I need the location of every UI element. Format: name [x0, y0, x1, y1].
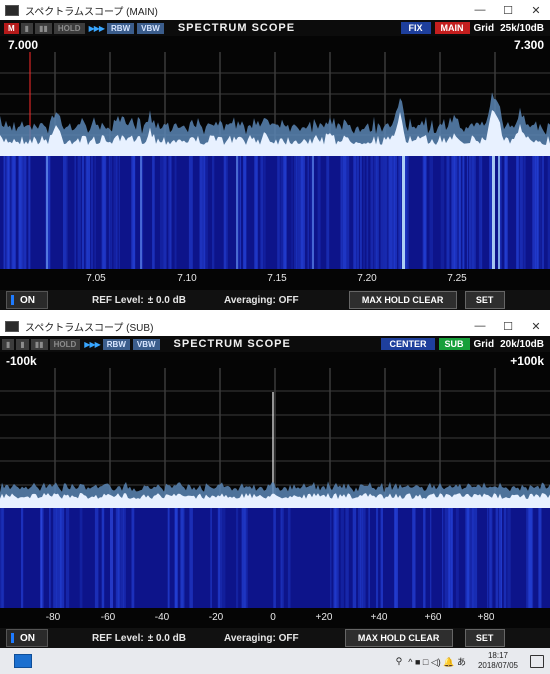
axis-tick-label: +20	[316, 612, 333, 623]
minimize-icon[interactable]: —	[466, 0, 494, 20]
axis-tick-label: 7.25	[447, 273, 467, 284]
system-tray: ⚲ ^ ■ □ ◁) 🔔 あ 18:17 2018/07/05	[396, 651, 544, 671]
main-tb-button-3[interactable]: ▮▮	[35, 22, 52, 34]
on-led-icon	[11, 633, 14, 643]
main-scope-title: SPECTRUM SCOPE	[177, 22, 296, 34]
sub-scope-title: SPECTRUM SCOPE	[173, 338, 291, 350]
main-left-freq: 7.000	[8, 38, 39, 52]
maximize-icon[interactable]: ☐	[494, 0, 522, 20]
sub-scope-toolbar: ▮ ▮ ▮▮ HOLD ▶▶▶ RBW VBW SPECTRUM SCOPE C…	[0, 336, 550, 352]
clock[interactable]: 18:17 2018/07/05	[478, 651, 518, 671]
on-led-icon	[11, 295, 14, 305]
maximize-icon[interactable]: ☐	[494, 316, 522, 336]
main-mode-button[interactable]: FIX	[400, 22, 431, 34]
main-on-button[interactable]: ON	[6, 291, 48, 309]
sub-window-titlebar[interactable]: スペクトラムスコープ (SUB) — ☐ ✕	[0, 316, 550, 337]
main-m-button[interactable]: M	[4, 22, 19, 34]
window-controls: — ☐ ✕	[466, 0, 550, 20]
axis-tick-label: +60	[425, 612, 442, 623]
axis-tick-label: -60	[101, 612, 116, 623]
sub-right-freq: +100k	[510, 354, 544, 368]
sub-mode-button[interactable]: CENTER	[381, 338, 435, 350]
axis-tick-label: +40	[371, 612, 388, 623]
sub-span-value[interactable]: 20k/10dB	[500, 339, 544, 350]
axis-tick-label: 7.15	[267, 273, 287, 284]
axis-tick-label: -20	[209, 612, 224, 623]
main-scope-toolbar: M ▮ ▮▮ HOLD ▶▶▶ RBW VBW SPECTRUM SCOPE F…	[0, 20, 550, 36]
main-speed-arrows[interactable]: ▶▶▶	[89, 24, 106, 33]
sub-left-freq: -100k	[6, 354, 37, 368]
window-controls: — ☐ ✕	[466, 316, 550, 336]
sub-grid-label: Grid	[473, 338, 495, 350]
main-ref-level-label: REF Level:	[92, 294, 144, 306]
axis-tick-label: 7.10	[177, 273, 197, 284]
sub-scope-display[interactable]: -100k +100k -80 -60 -40 -20 0 +20 +40 +60 +80	[0, 352, 550, 628]
main-span-value[interactable]: 25k/10dB	[500, 23, 544, 34]
sub-scope-window: スペクトラムスコープ (SUB) — ☐ ✕ ▮ ▮ ▮▮ HOLD ▶▶▶ R…	[0, 316, 550, 648]
sub-window-title: スペクトラムスコープ (SUB)	[25, 322, 154, 334]
main-right-freq: 7.300	[513, 38, 544, 52]
axis-tick-label: -80	[46, 612, 61, 623]
sub-tb-button-1[interactable]: ▮	[2, 338, 15, 350]
sub-averaging[interactable]: Averaging: OFF	[224, 633, 299, 644]
sub-rbw-button[interactable]: RBW	[102, 338, 130, 350]
scope-window-icon	[5, 4, 19, 16]
sub-ref-level-label: REF Level:	[92, 632, 144, 644]
main-averaging[interactable]: Averaging: OFF	[224, 295, 299, 306]
axis-tick-label: +80	[478, 612, 495, 623]
scope-app-icon[interactable]	[14, 654, 32, 668]
close-icon[interactable]: ✕	[522, 316, 550, 336]
main-window-title: スペクトラムスコープ (MAIN)	[25, 6, 158, 18]
person-icon[interactable]: ⚲	[396, 656, 403, 667]
sub-speed-arrows[interactable]: ▶▶▶	[84, 340, 101, 349]
sub-tb-button-2[interactable]: ▮	[16, 338, 29, 350]
windows-taskbar: ⚲ ^ ■ □ ◁) 🔔 あ 18:17 2018/07/05	[0, 648, 550, 674]
sub-band-button[interactable]: SUB	[438, 338, 470, 350]
main-grid-label: Grid	[473, 22, 495, 34]
main-scope-window: スペクトラムスコープ (MAIN) — ☐ ✕ M ▮ ▮▮ HOLD ▶▶▶ …	[0, 0, 550, 310]
sub-max-hold-clear-button[interactable]: MAX HOLD CLEAR	[344, 629, 453, 647]
sub-ref-level-value[interactable]: ± 0.0 dB	[148, 633, 186, 644]
sub-on-button[interactable]: ON	[6, 629, 48, 647]
main-vbw-button[interactable]: VBW	[137, 22, 164, 34]
clock-date: 2018/07/05	[477, 661, 518, 670]
axis-tick-label: 7.05	[86, 273, 106, 284]
sub-set-button[interactable]: SET	[464, 629, 505, 647]
main-spectrum-svg: 7.05 7.10 7.15 7.20 7.25	[0, 36, 550, 290]
sub-hold-button[interactable]: HOLD	[49, 338, 81, 350]
sub-tb-button-3[interactable]: ▮▮	[30, 338, 48, 350]
sub-vbw-button[interactable]: VBW	[132, 338, 160, 350]
tray-icons[interactable]: ^ ■ □ ◁) 🔔 あ	[408, 655, 466, 668]
minimize-icon[interactable]: —	[466, 316, 494, 336]
close-icon[interactable]: ✕	[522, 0, 550, 20]
sub-spectrum-svg: -80 -60 -40 -20 0 +20 +40 +60 +80	[0, 352, 550, 628]
main-window-titlebar[interactable]: スペクトラムスコープ (MAIN) — ☐ ✕	[0, 0, 550, 21]
main-scope-display[interactable]: 7.000 7.300 7.05 7.10 7.15 7.20 7.25	[0, 36, 550, 290]
main-max-hold-clear-button[interactable]: MAX HOLD CLEAR	[348, 291, 457, 309]
clock-time: 18:17	[487, 651, 508, 660]
main-on-label: ON	[20, 294, 35, 306]
axis-tick-label: -40	[155, 612, 170, 623]
axis-tick-label: 7.20	[357, 273, 377, 284]
main-tb-button-2[interactable]: ▮	[20, 22, 34, 34]
main-rbw-button[interactable]: RBW	[107, 22, 135, 34]
main-band-button[interactable]: MAIN	[434, 22, 470, 34]
main-set-button[interactable]: SET	[464, 291, 505, 309]
sub-bottom-bar: ON REF Level: ± 0.0 dB Averaging: OFF MA…	[0, 628, 550, 648]
axis-tick-label: 0	[270, 612, 276, 623]
scope-window-icon	[5, 320, 19, 332]
sub-on-label: ON	[20, 632, 35, 644]
main-ref-level-value[interactable]: ± 0.0 dB	[148, 295, 186, 306]
main-hold-button[interactable]: HOLD	[53, 22, 85, 34]
notification-icon[interactable]	[530, 654, 544, 668]
main-bottom-bar: ON REF Level: ± 0.0 dB Averaging: OFF MA…	[0, 290, 550, 310]
